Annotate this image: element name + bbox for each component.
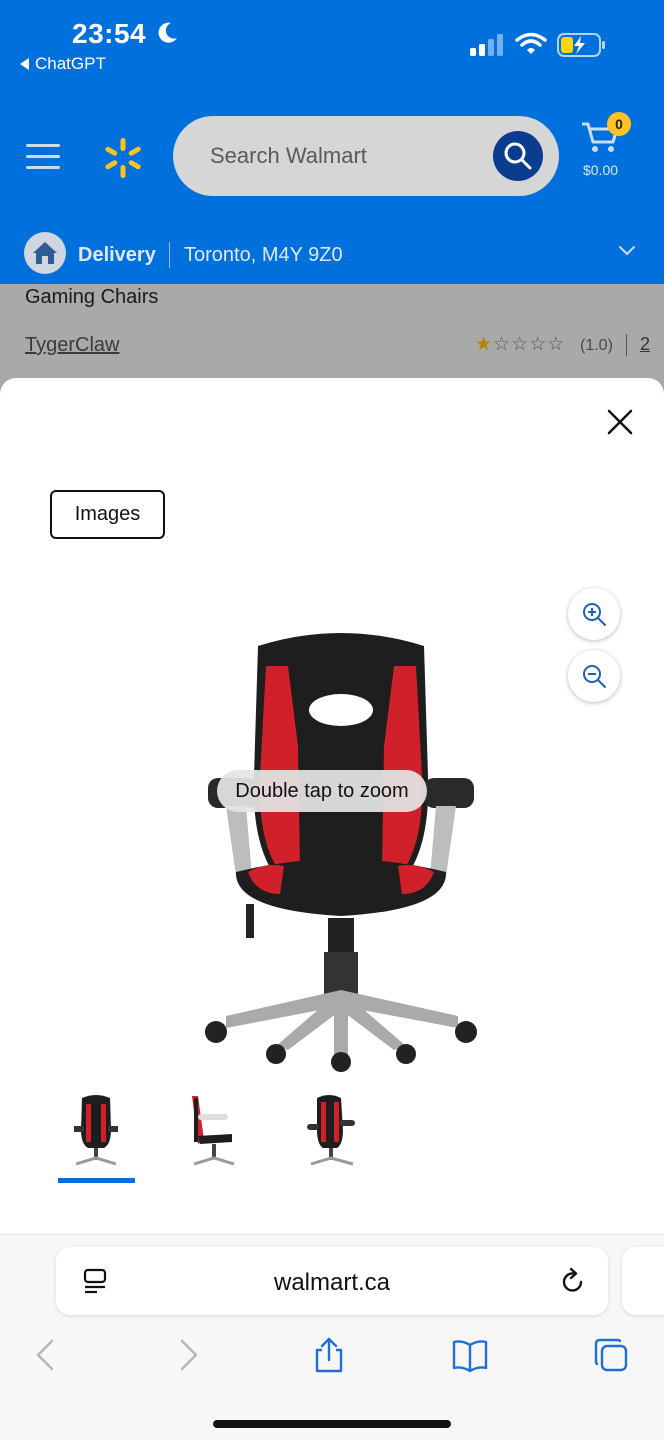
hamburger-menu-icon[interactable] [26,142,60,170]
status-bar: 23:54 ChatGPT [0,0,664,92]
images-tab[interactable]: Images [50,490,165,539]
divider [169,242,170,268]
delivery-location: Toronto, M4Y 9Z0 [184,244,343,266]
star-empty-icon: ☆ [493,334,512,355]
star-empty-icon: ☆ [511,334,530,355]
product-image-gaming-chair[interactable] [196,626,486,1074]
brand-link[interactable]: TygerClaw [25,334,119,357]
cart-count-badge: 0 [607,112,631,136]
bookmarks-icon[interactable] [452,1337,488,1373]
moon-icon [158,22,177,43]
share-icon[interactable] [311,1337,347,1373]
battery-charging-icon [557,33,605,57]
zoom-in-button[interactable] [568,588,620,640]
cart-total: $0.00 [583,162,619,178]
zoom-in-icon [583,603,606,626]
address-bar[interactable]: walmart.ca [56,1247,608,1315]
product-category: Gaming Chairs [25,286,159,308]
browser-toolbar: walmart.ca [0,1234,664,1440]
star-filled-icon: ★ [475,334,494,355]
thumbnail-chair-angle[interactable] [295,1090,371,1172]
review-count-link[interactable]: 2 [640,334,650,355]
back-arrow-icon [20,58,29,70]
search-icon [504,142,532,170]
close-icon[interactable] [606,408,634,436]
url-text: walmart.ca [273,1269,391,1296]
selected-thumbnail-indicator [58,1178,135,1183]
star-rating: ★☆☆☆☆ [475,333,565,356]
image-viewer-modal: Images Double tap to zoom [0,378,664,1234]
cellular-signal-icon [470,34,503,56]
next-tab-preview[interactable] [622,1247,664,1315]
reload-icon[interactable] [560,1267,586,1295]
back-to-app-link[interactable]: ChatGPT [20,54,106,74]
back-icon[interactable] [28,1337,64,1373]
star-empty-icon: ☆ [529,334,548,355]
back-app-label: ChatGPT [35,54,106,73]
forward-icon[interactable] [170,1337,206,1373]
divider [626,334,627,356]
star-empty-icon: ☆ [547,334,566,355]
tabs-icon[interactable] [593,1337,629,1373]
zoom-tip: Double tap to zoom [217,770,427,812]
chevron-down-icon[interactable] [618,244,636,258]
thumbnail-chair-side[interactable] [174,1090,250,1172]
wifi-icon [515,32,547,54]
search-button[interactable] [493,131,543,181]
delivery-label: Delivery [78,244,156,266]
rating-value: (1.0) [580,337,613,354]
zoom-out-button[interactable] [568,650,620,702]
house-icon [24,232,66,274]
zoom-out-icon [583,665,606,688]
delivery-location-bar[interactable]: Delivery Toronto, M4Y 9Z0 [0,222,664,284]
site-header: Search Walmart 0 $0.00 Delivery Toronto,… [0,92,664,284]
search-input[interactable]: Search Walmart [210,143,367,169]
clock-time: 23:54 [72,18,147,49]
walmart-spark-logo-icon[interactable] [100,136,146,180]
home-indicator [213,1420,451,1428]
search-bar[interactable]: Search Walmart [173,116,559,196]
thumbnail-chair-front[interactable] [58,1090,134,1172]
